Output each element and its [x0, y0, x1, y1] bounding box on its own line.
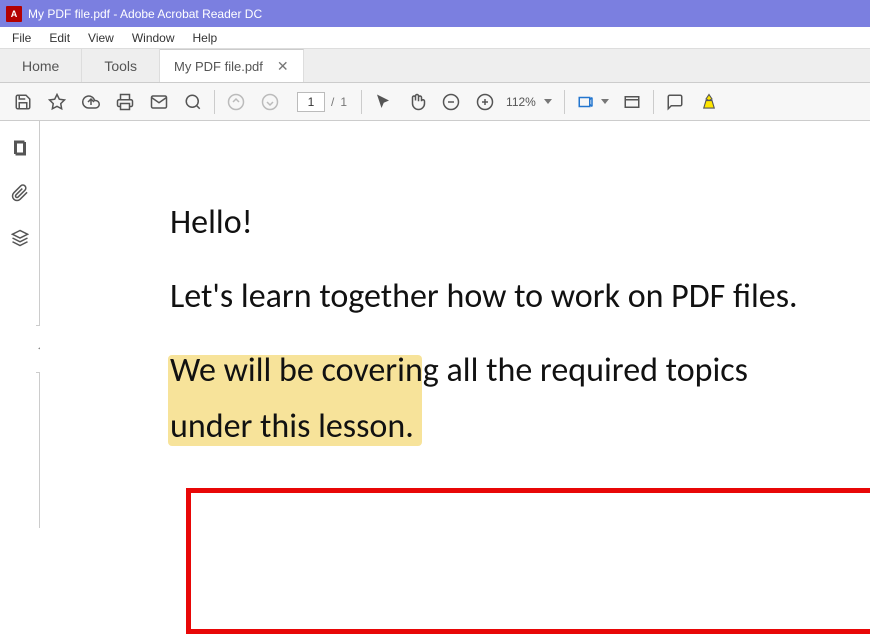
save-icon[interactable]: [6, 87, 40, 117]
document-body: Hello! Let's learn together how to work …: [170, 195, 830, 455]
layers-icon[interactable]: [11, 229, 29, 250]
doc-line-3-highlighted: We will be covering all the required top…: [170, 350, 748, 447]
toolbar: / 1 112%: [0, 83, 870, 121]
zoom-out-icon[interactable]: [434, 87, 468, 117]
zoom-in-icon[interactable]: [468, 87, 502, 117]
comment-icon[interactable]: [658, 87, 692, 117]
fit-width-icon[interactable]: [569, 87, 603, 117]
red-rectangle-annotation: [186, 488, 870, 634]
tab-home[interactable]: Home: [0, 49, 82, 82]
page-total: 1: [340, 95, 347, 109]
tab-tools[interactable]: Tools: [82, 49, 160, 82]
attachments-icon[interactable]: [11, 184, 29, 205]
tabbar: Home Tools My PDF file.pdf ✕: [0, 49, 870, 83]
star-icon[interactable]: [40, 87, 74, 117]
search-icon[interactable]: [176, 87, 210, 117]
cloud-icon[interactable]: [74, 87, 108, 117]
separator: [564, 90, 565, 114]
titlebar: A My PDF file.pdf - Adobe Acrobat Reader…: [0, 0, 870, 27]
highlight-icon[interactable]: [692, 87, 726, 117]
menubar: File Edit View Window Help: [0, 27, 870, 49]
page-up-icon[interactable]: [219, 87, 253, 117]
side-rail: ◂: [0, 121, 40, 528]
window-title: My PDF file.pdf - Adobe Acrobat Reader D…: [28, 7, 262, 21]
menu-file[interactable]: File: [4, 29, 39, 47]
page-number-input[interactable]: [297, 92, 325, 112]
print-icon[interactable]: [108, 87, 142, 117]
chevron-down-icon: [544, 99, 552, 104]
mail-icon[interactable]: [142, 87, 176, 117]
zoom-value: 112%: [506, 95, 536, 109]
separator: [653, 90, 654, 114]
menu-edit[interactable]: Edit: [41, 29, 78, 47]
cursor-icon[interactable]: [366, 87, 400, 117]
tab-document[interactable]: My PDF file.pdf ✕: [160, 49, 304, 82]
content-area: ◂ Hello! Let's learn together how to wor…: [0, 121, 870, 528]
hand-icon[interactable]: [400, 87, 434, 117]
document-page[interactable]: Hello! Let's learn together how to work …: [40, 121, 870, 528]
menu-help[interactable]: Help: [185, 29, 226, 47]
read-mode-icon[interactable]: [615, 87, 649, 117]
page-down-icon[interactable]: [253, 87, 287, 117]
tab-document-label: My PDF file.pdf: [174, 59, 263, 74]
thumbnails-icon[interactable]: [11, 139, 29, 160]
svg-text:A: A: [11, 9, 18, 19]
menu-view[interactable]: View: [80, 29, 122, 47]
page-separator: /: [331, 95, 334, 109]
app-icon: A: [6, 6, 22, 22]
chevron-down-icon[interactable]: [601, 99, 609, 104]
close-tab-icon[interactable]: ✕: [277, 58, 289, 75]
page-indicator: / 1: [297, 92, 347, 112]
separator: [214, 90, 215, 114]
doc-line-2: Let's learn together how to work on PDF …: [170, 269, 830, 325]
separator: [361, 90, 362, 114]
menu-window[interactable]: Window: [124, 29, 183, 47]
zoom-dropdown[interactable]: 112%: [502, 95, 560, 109]
doc-line-1: Hello!: [170, 195, 830, 251]
